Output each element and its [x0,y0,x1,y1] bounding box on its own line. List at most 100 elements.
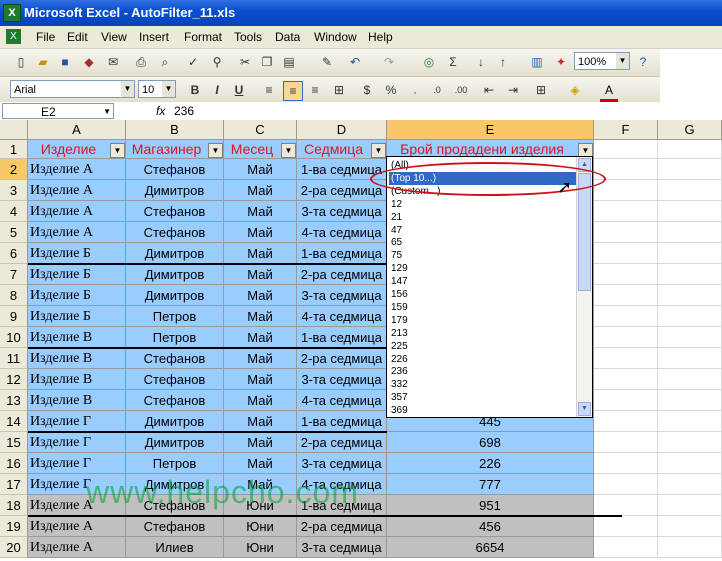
menu-format[interactable]: Format [184,30,222,44]
name-box[interactable]: E2 ▼ [2,103,114,119]
row-header[interactable]: 14 [0,411,28,432]
insert-function-icon[interactable]: fx [156,104,165,118]
filter-option[interactable]: 225 [389,340,408,353]
menu-window[interactable]: Window [314,30,357,44]
menu-tools[interactable]: Tools [234,30,262,44]
cell[interactable] [594,495,658,516]
percent-icon[interactable]: % [382,81,400,99]
currency-icon[interactable]: $ [358,81,376,99]
cell[interactable] [594,390,658,411]
cell[interactable]: 2-ра седмица [297,516,387,537]
filter-option[interactable]: 129 [389,262,408,275]
permission-icon[interactable]: ◆ [80,53,98,71]
cell[interactable] [658,369,722,390]
cell[interactable] [658,411,722,432]
cell[interactable]: 2-ра седмица [297,264,387,285]
cell[interactable] [594,369,658,390]
increase-indent-icon[interactable]: ⇥ [504,81,522,99]
cell[interactable] [594,243,658,264]
cell[interactable] [658,474,722,495]
save-icon[interactable]: ■ [56,53,74,71]
cell[interactable] [658,495,722,516]
italic-button[interactable]: I [208,81,226,99]
redo-icon[interactable]: ↷ [380,53,398,71]
cell[interactable] [594,306,658,327]
cell[interactable]: 2-ра седмица [297,348,387,369]
cell[interactable]: Димитров [126,243,224,264]
undo-icon[interactable]: ↶ [346,53,364,71]
comma-style-icon[interactable]: , [406,81,424,99]
menu-insert[interactable]: Insert [139,30,169,44]
cell[interactable]: Димитров [126,411,224,432]
cell[interactable]: 1-ва седмица [297,411,387,432]
cell[interactable]: Май [224,306,297,327]
cell[interactable] [594,264,658,285]
cell[interactable]: Май [224,180,297,201]
cell[interactable]: Петров [126,453,224,474]
print-preview-icon[interactable]: ⌕ [156,53,174,71]
cell[interactable] [594,474,658,495]
spelling-icon[interactable]: ✓ [184,53,202,71]
chevron-down-icon[interactable]: ▼ [121,81,134,97]
filter-option[interactable]: 65 [389,236,402,249]
cell[interactable]: Изделие А [28,159,126,180]
cell[interactable]: Юни [224,516,297,537]
filter-option[interactable]: 332 [389,378,408,391]
cell[interactable]: 951 [387,495,594,516]
cell[interactable]: Май [224,243,297,264]
cell[interactable]: Стефанов [126,516,224,537]
cell[interactable]: Петров [126,327,224,348]
row-header[interactable]: 6 [0,243,28,264]
column-header-d[interactable]: D [297,120,387,140]
drawing-icon[interactable]: ✦ [552,53,570,71]
cell[interactable]: Май [224,222,297,243]
cell[interactable]: 4-та седмица [297,222,387,243]
cell[interactable]: Стефанов [126,222,224,243]
filter-option[interactable]: 159 [389,301,408,314]
cell[interactable]: Стефанов [126,201,224,222]
row-header[interactable]: 8 [0,285,28,306]
cell[interactable]: 3-та седмица [297,453,387,474]
cell[interactable]: Май [224,327,297,348]
increase-decimal-icon[interactable]: .0 [428,81,446,99]
cell[interactable]: Петров [126,306,224,327]
chart-wizard-icon[interactable]: ▥ [528,53,546,71]
cell[interactable]: 3-та седмица [297,201,387,222]
filter-option[interactable]: 226 [389,353,408,366]
filter-option[interactable]: 75 [389,249,402,262]
menu-help[interactable]: Help [368,30,393,44]
row-header[interactable]: 20 [0,537,28,558]
cell[interactable]: Май [224,453,297,474]
sort-descending-icon[interactable]: ↑ [494,53,512,71]
cell[interactable] [658,159,722,180]
excel-app-icon[interactable]: X [3,4,21,22]
row-header[interactable]: 12 [0,369,28,390]
font-color-icon[interactable]: A [600,81,618,102]
merge-center-icon[interactable]: ⊞ [330,81,348,99]
cell[interactable]: Май [224,201,297,222]
cell[interactable] [658,327,722,348]
cell[interactable]: 6654 [387,537,594,558]
cell[interactable] [594,201,658,222]
cell[interactable] [594,516,658,537]
cell[interactable] [594,180,658,201]
chevron-down-icon[interactable]: ▼ [103,104,111,120]
autosum-icon[interactable]: Σ [444,53,462,71]
decrease-decimal-icon[interactable]: .00 [452,81,470,99]
cell[interactable] [594,285,658,306]
row-header[interactable]: 1 [0,140,28,159]
copy-icon[interactable]: ❐ [258,53,276,71]
cell[interactable]: 1-ва седмица [297,243,387,264]
cell[interactable]: Стефанов [126,369,224,390]
row-header[interactable]: 11 [0,348,28,369]
filter-option[interactable]: 147 [389,275,408,288]
cell[interactable] [658,201,722,222]
cell[interactable] [658,390,722,411]
filter-option[interactable]: 21 [389,211,402,224]
scroll-thumb[interactable] [578,173,591,291]
cell[interactable] [594,222,658,243]
cell[interactable]: 2-ра седмица [297,432,387,453]
chevron-down-icon[interactable]: ▼ [616,53,629,69]
cell[interactable]: Стефанов [126,390,224,411]
cell[interactable]: Май [224,285,297,306]
